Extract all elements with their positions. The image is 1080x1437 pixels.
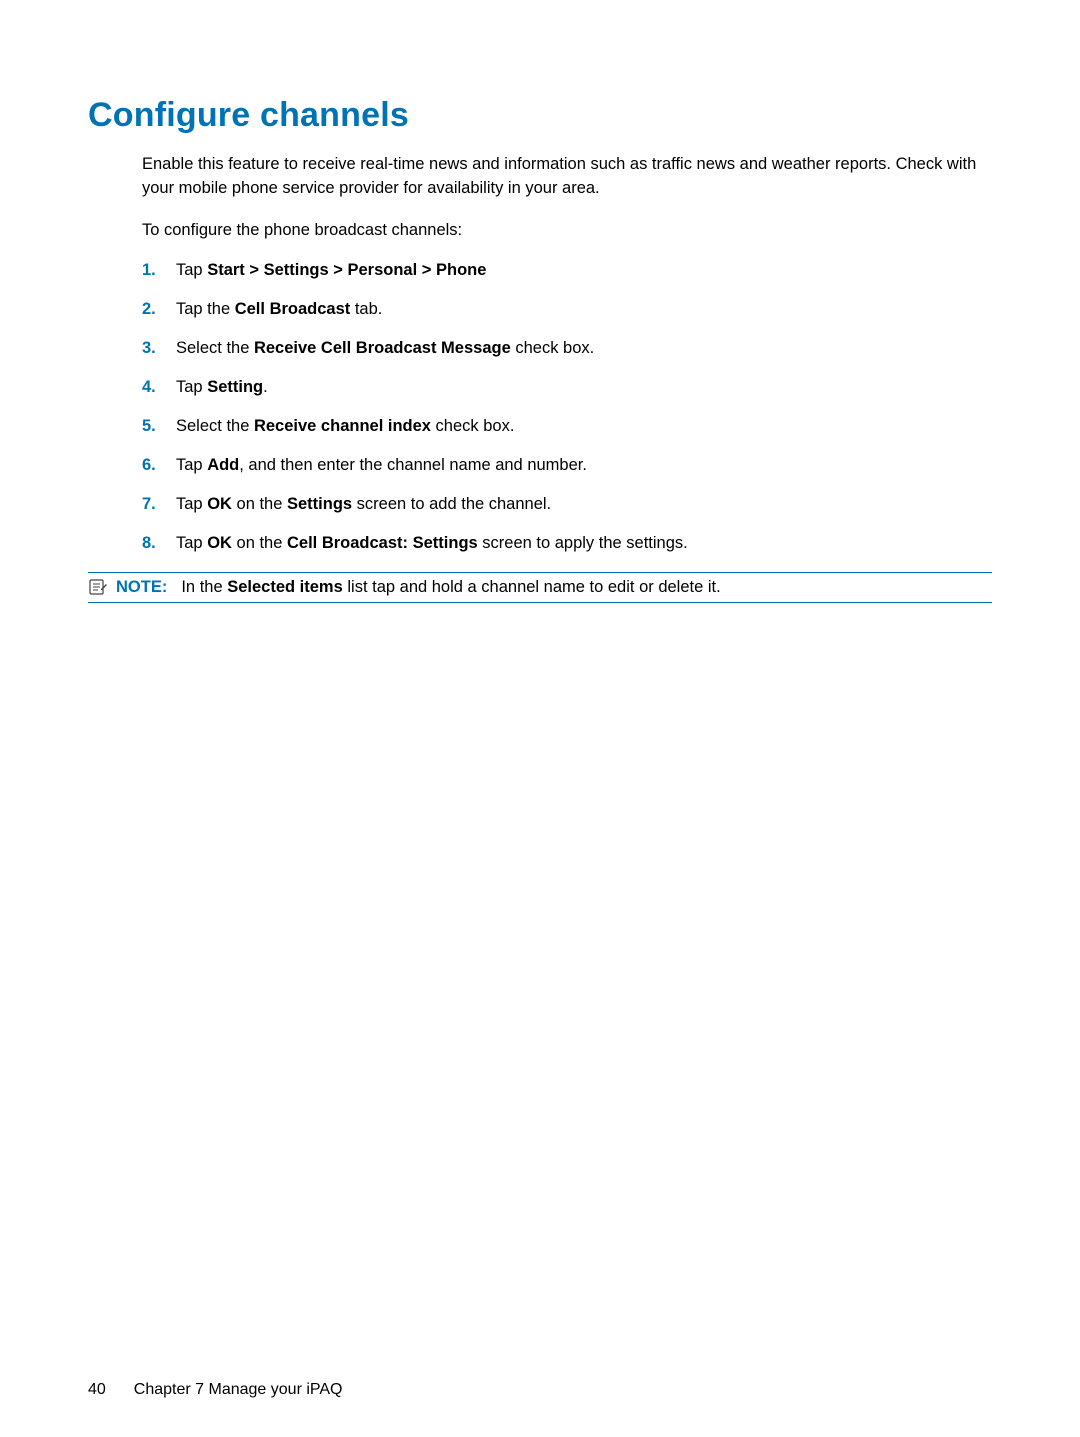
step-text: Select the Receive channel index check b… <box>176 415 514 438</box>
step-item-1: 1. Tap Start > Settings > Personal > Pho… <box>142 259 992 282</box>
step-item-3: 3. Select the Receive Cell Broadcast Mes… <box>142 337 992 360</box>
step-item-8: 8. Tap OK on the Cell Broadcast: Setting… <box>142 532 992 555</box>
step-number: 8. <box>142 532 176 555</box>
intro-paragraph-2: To configure the phone broadcast channel… <box>142 219 992 243</box>
step-item-7: 7. Tap OK on the Settings screen to add … <box>142 493 992 516</box>
note-box: NOTE:In the Selected items list tap and … <box>88 572 992 604</box>
page-number: 40 <box>88 1381 106 1398</box>
step-number: 3. <box>142 337 176 360</box>
section-heading: Configure channels <box>88 96 992 135</box>
step-text: Select the Receive Cell Broadcast Messag… <box>176 337 594 360</box>
note-label: NOTE: <box>116 578 167 596</box>
step-number: 4. <box>142 376 176 399</box>
step-number: 7. <box>142 493 176 516</box>
step-number: 2. <box>142 298 176 321</box>
step-item-6: 6. Tap Add, and then enter the channel n… <box>142 454 992 477</box>
step-text: Tap OK on the Cell Broadcast: Settings s… <box>176 532 688 555</box>
step-text: Tap the Cell Broadcast tab. <box>176 298 382 321</box>
step-item-2: 2. Tap the Cell Broadcast tab. <box>142 298 992 321</box>
step-number: 6. <box>142 454 176 477</box>
note-icon <box>88 578 108 596</box>
intro-paragraph-1: Enable this feature to receive real-time… <box>142 153 992 201</box>
step-text: Tap Setting. <box>176 376 268 399</box>
step-number: 1. <box>142 259 176 282</box>
step-text: Tap Add, and then enter the channel name… <box>176 454 587 477</box>
step-text: Tap OK on the Settings screen to add the… <box>176 493 551 516</box>
step-item-5: 5. Select the Receive channel index chec… <box>142 415 992 438</box>
page-footer: 40 Chapter 7 Manage your iPAQ <box>88 1381 343 1399</box>
step-number: 5. <box>142 415 176 438</box>
steps-list: 1. Tap Start > Settings > Personal > Pho… <box>142 259 992 556</box>
step-item-4: 4. Tap Setting. <box>142 376 992 399</box>
page-content: Configure channels Enable this feature t… <box>88 96 992 603</box>
note-content: NOTE:In the Selected items list tap and … <box>116 576 721 600</box>
chapter-title: Chapter 7 Manage your iPAQ <box>134 1381 343 1398</box>
step-text: Tap Start > Settings > Personal > Phone <box>176 259 486 282</box>
